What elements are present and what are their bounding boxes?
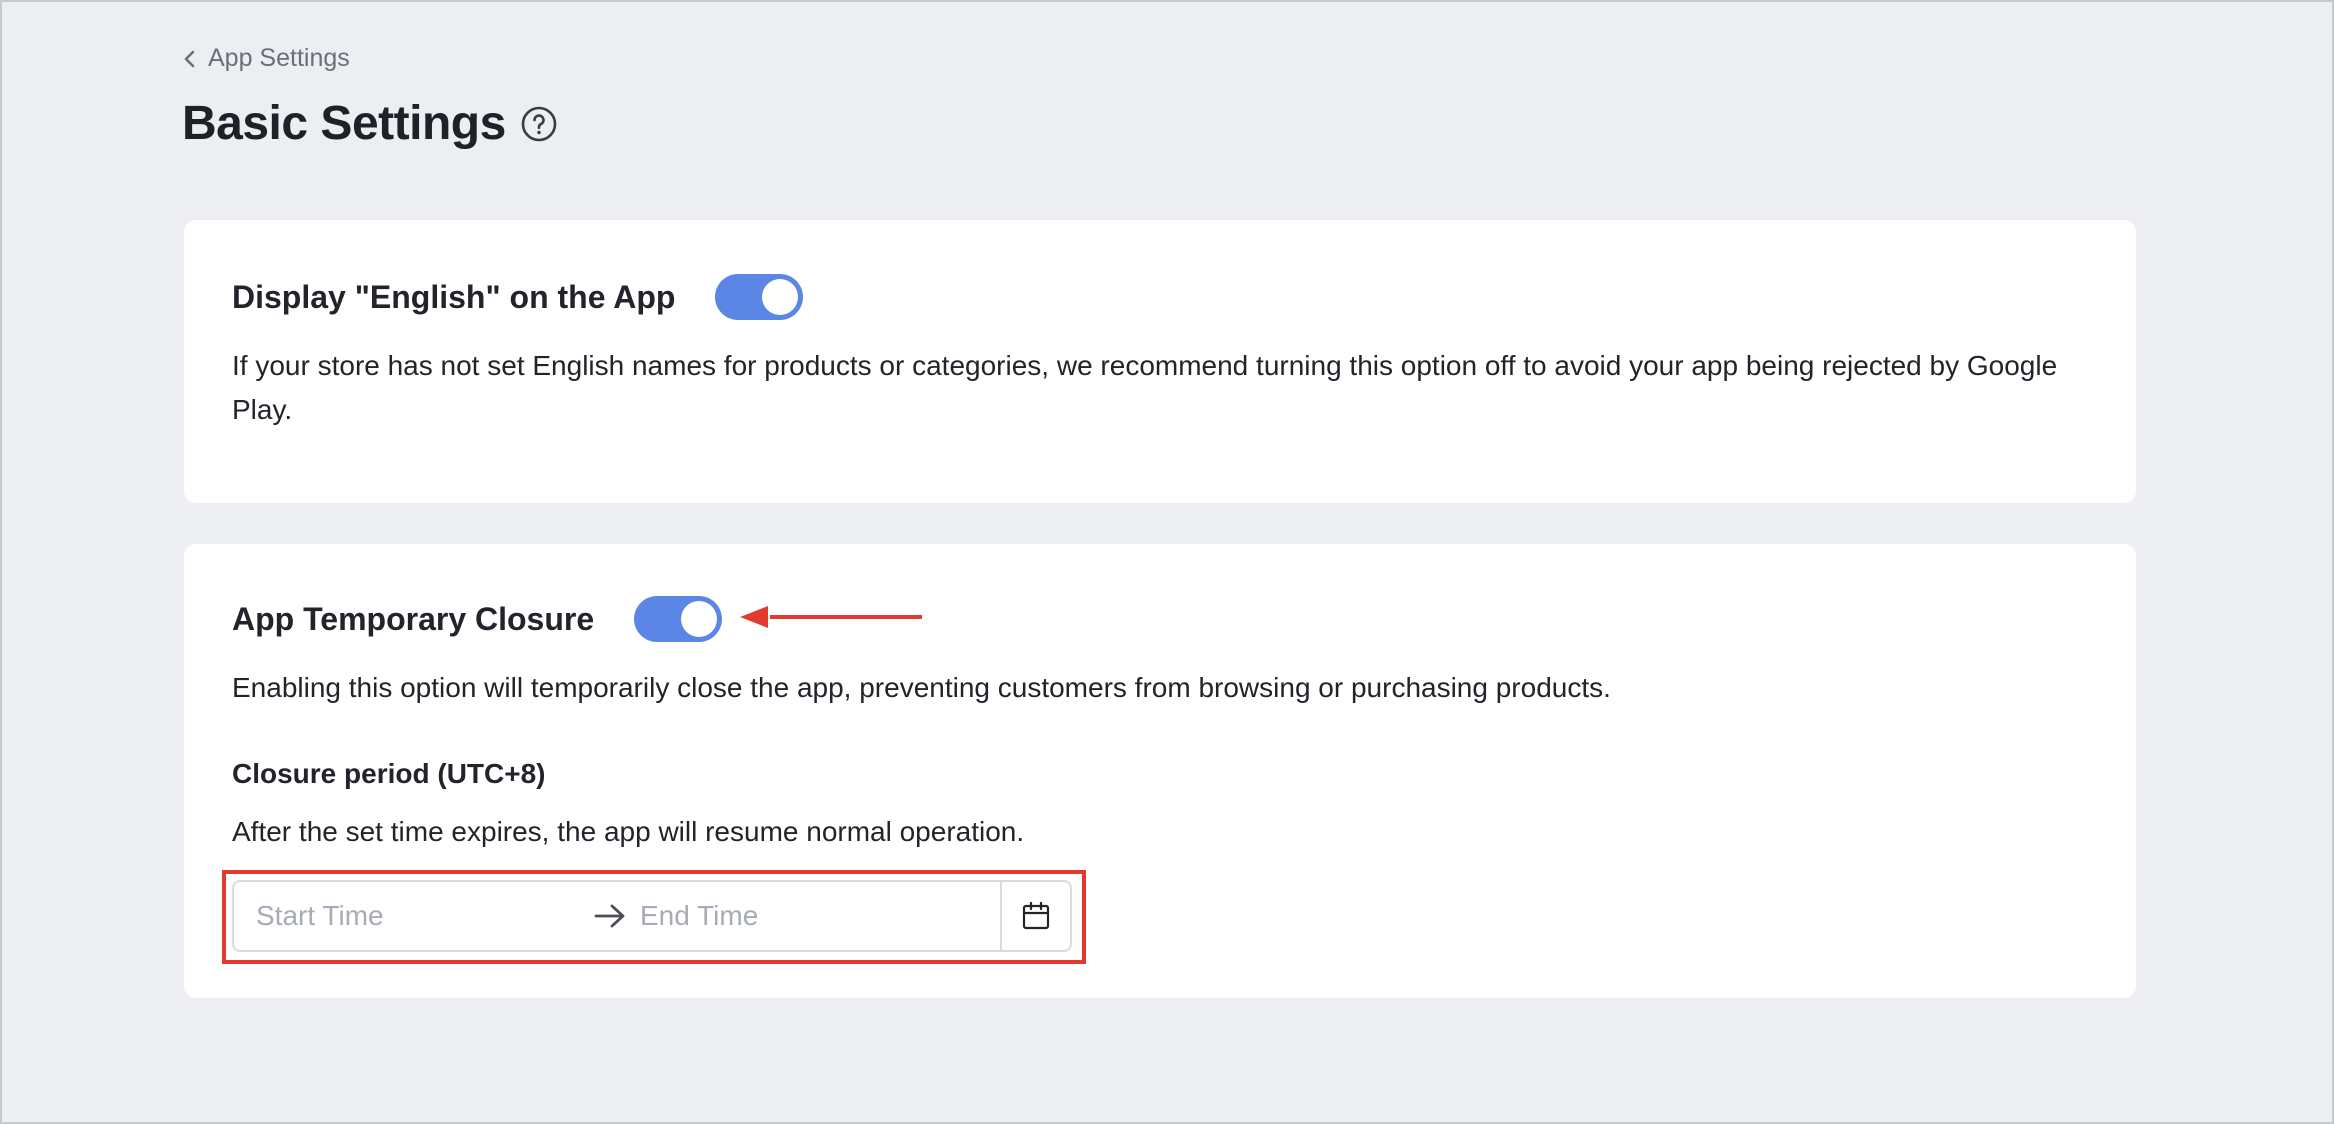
english-display-description: If your store has not set English names … xyxy=(232,350,2058,425)
end-time-input[interactable] xyxy=(628,882,978,950)
closure-period-label: Closure period (UTC+8) xyxy=(232,758,546,789)
breadcrumb[interactable]: App Settings xyxy=(182,44,350,73)
annotation-arrow-icon xyxy=(740,606,922,628)
english-display-title: Display "English" on the App xyxy=(232,278,676,315)
english-display-card: Display "English" on the App If your sto… xyxy=(184,220,2136,503)
page-title: Basic Settings xyxy=(182,97,506,150)
english-display-header: Display "English" on the App xyxy=(232,274,804,320)
start-time-input[interactable] xyxy=(234,882,584,950)
calendar-icon xyxy=(1022,901,1050,930)
app-closure-title: App Temporary Closure xyxy=(232,600,595,637)
app-closure-description: Enabling this option will temporarily cl… xyxy=(232,672,1611,703)
app-closure-toggle[interactable] xyxy=(634,596,723,642)
app-closure-card: App Temporary Closure Enabling this opti… xyxy=(184,544,2136,998)
closure-period-note: After the set time expires, the app will… xyxy=(232,816,1025,847)
toggle-knob xyxy=(681,601,718,637)
chevron-left-icon xyxy=(184,50,195,67)
app-closure-header: App Temporary Closure xyxy=(232,596,723,642)
closure-date-range-picker[interactable] xyxy=(232,880,1072,952)
toggle-knob xyxy=(762,279,799,315)
question-circle-icon[interactable] xyxy=(520,105,558,143)
breadcrumb-label: App Settings xyxy=(208,44,350,72)
calendar-button[interactable] xyxy=(1000,882,1070,950)
arrow-right-icon xyxy=(594,904,625,928)
english-display-toggle[interactable] xyxy=(715,274,804,320)
page-header: Basic Settings xyxy=(182,96,558,151)
